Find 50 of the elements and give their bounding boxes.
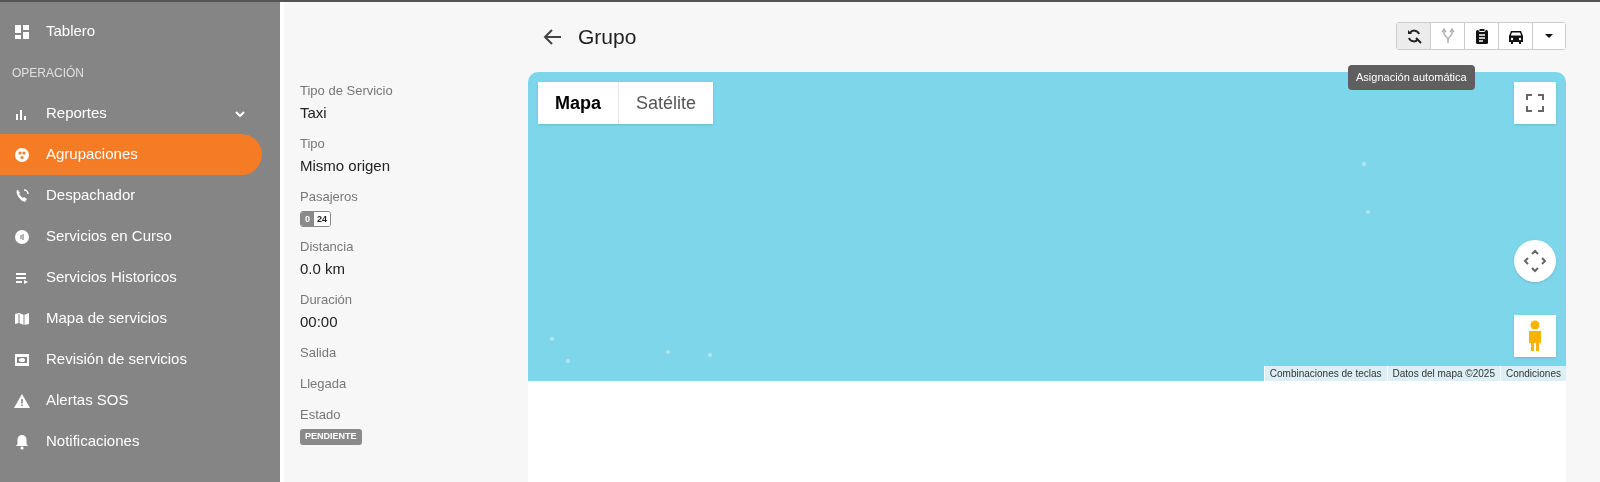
count-badge: 0 (301, 212, 314, 226)
dashboard-icon (14, 23, 30, 40)
field-label: Tipo (300, 135, 325, 153)
toolbar-button[interactable] (1397, 23, 1431, 49)
field-label: Tipo de Servicio (300, 82, 393, 100)
dots-circle-icon (14, 146, 30, 163)
sidebar-item[interactable]: Alertas SOS (0, 380, 262, 421)
map-footer-link[interactable]: Combinaciones de teclas (1263, 366, 1387, 381)
field-label: Distancia (300, 238, 354, 256)
field-label: Salida (300, 344, 337, 362)
map-footer-link[interactable]: Condiciones (1499, 366, 1566, 381)
sidebar-item[interactable]: Agrupaciones (0, 134, 262, 175)
map-icon (14, 310, 30, 327)
section-heading: OPERACIÓN (12, 64, 84, 82)
field-label: Estado (300, 406, 341, 424)
clipboard-icon (1473, 28, 1490, 44)
warning-icon (14, 392, 30, 409)
field-label: Llegada (300, 375, 347, 393)
person-icon (1527, 320, 1543, 352)
sidebar-item[interactable]: Revisión de servicios (0, 339, 262, 380)
signal-circle-icon (14, 228, 30, 245)
bell-icon (14, 433, 30, 450)
pan-arrows-icon (1523, 249, 1547, 273)
phone-icon (14, 187, 30, 204)
fork-icon (1439, 28, 1456, 44)
field-label: Pasajeros (300, 188, 358, 206)
sidebar-item[interactable]: Mapa de servicios (0, 298, 262, 339)
status-badge: PENDIENTE (300, 429, 362, 445)
field-value: 0.0 km (300, 259, 345, 279)
fullscreen-icon (1526, 94, 1544, 112)
fullscreen-button[interactable] (1514, 82, 1556, 124)
field-label: Duración (300, 291, 353, 309)
sidebar-item[interactable]: Reportes (0, 93, 262, 134)
map-type-tab[interactable]: Satélite (618, 82, 714, 124)
sidebar-item[interactable]: Servicios Historicos (0, 257, 262, 298)
field-value: 00:00 (300, 312, 338, 332)
sidebar-item[interactable]: Tablero (0, 11, 262, 52)
count-badge: 24 (314, 212, 331, 226)
field-value: Taxi (300, 103, 327, 123)
car-icon (1507, 28, 1524, 44)
refresh-search-icon (1405, 28, 1422, 44)
map-footer-link[interactable]: Datos del mapa ©2025 (1386, 366, 1500, 381)
field-value: Mismo origen (300, 156, 391, 176)
page-title: Grupo (578, 24, 637, 51)
sidebar-item[interactable]: Servicios en Curso (0, 216, 262, 257)
sidebar-item[interactable]: Notificaciones (0, 421, 262, 462)
eye-screen-icon (14, 351, 30, 368)
sidebar-item[interactable]: Despachador (0, 175, 262, 216)
map-type-tab[interactable]: Mapa (538, 82, 618, 124)
tooltip: Asignación automática (1348, 65, 1475, 90)
